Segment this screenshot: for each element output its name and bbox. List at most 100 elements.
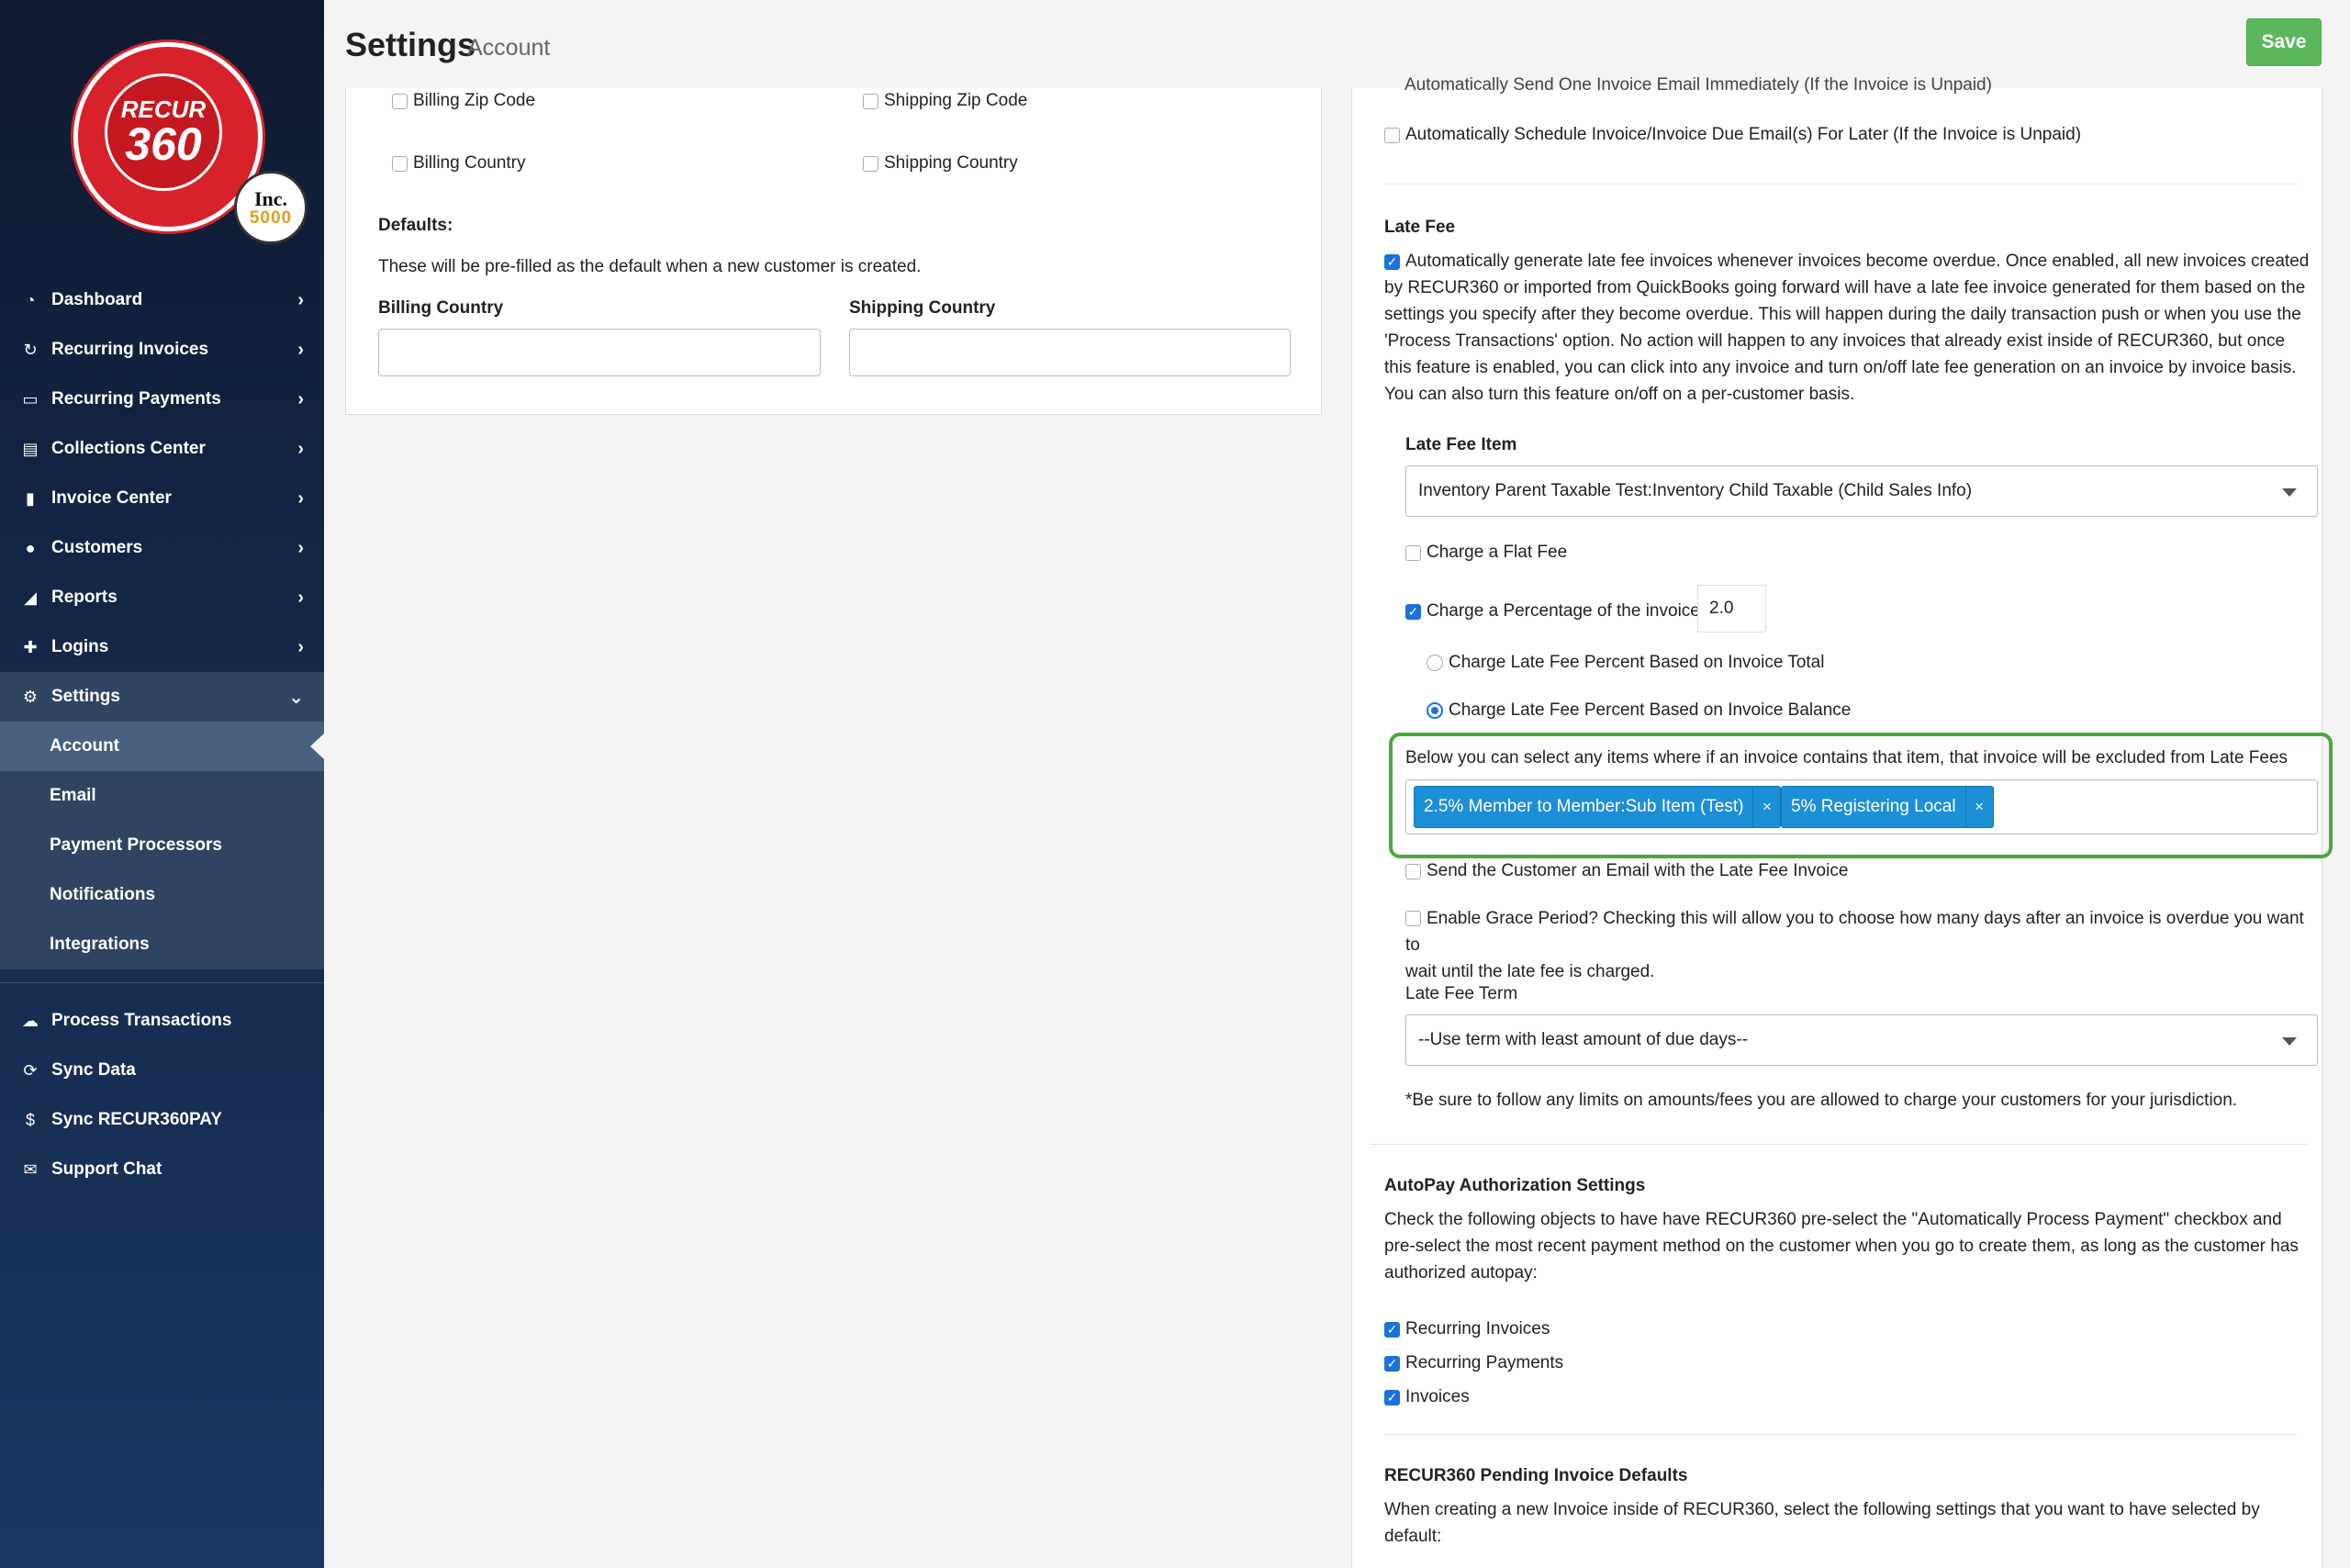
sidebar-item-customers[interactable]: ● Customers ›: [0, 523, 324, 573]
sidebar-item-label: Recurring Invoices: [51, 340, 209, 359]
shipping-zip-option[interactable]: Shipping Zip Code: [863, 91, 1027, 111]
sidebar-item-label: Invoice Center: [51, 488, 172, 508]
billing-country-label: Billing Country: [378, 298, 504, 318]
file-icon: ▮: [26, 488, 35, 508]
billing-country-input[interactable]: [378, 329, 821, 376]
tag-label: 2.5% Member to Member:Sub Item (Test): [1424, 797, 1744, 816]
shipping-country-input[interactable]: [849, 329, 1291, 376]
schedule-email-checkbox[interactable]: [1384, 127, 1400, 143]
sidebar-item-support-chat[interactable]: ✉ Support Chat: [0, 1145, 324, 1194]
sidebar-item-invoice-center[interactable]: ▮ Invoice Center ›: [0, 474, 324, 523]
billing-zip-checkbox[interactable]: [392, 93, 408, 109]
autopay-heading: AutoPay Authorization Settings: [1384, 1176, 1646, 1195]
schedule-email-label: Automatically Schedule Invoice/Invoice D…: [1405, 125, 2082, 144]
sidebar-subitem-account[interactable]: Account: [0, 722, 324, 771]
percent-balance-radio[interactable]: [1427, 702, 1443, 719]
badge-5000-text: 5000: [249, 207, 293, 228]
page-title: Settings: [345, 26, 476, 63]
billing-country-checkbox[interactable]: [392, 155, 408, 172]
logo-360-text: 360: [125, 118, 202, 170]
flat-fee-checkbox[interactable]: [1405, 544, 1421, 561]
sidebar-item-reports[interactable]: ◢ Reports ›: [0, 573, 324, 622]
remove-tag-icon[interactable]: ×: [1752, 787, 1780, 827]
sidebar-item-label: Collections Center: [51, 439, 206, 458]
excluded-items-multiselect[interactable]: 2.5% Member to Member:Sub Item (Test) × …: [1405, 779, 2318, 834]
remove-tag-icon[interactable]: ×: [1964, 787, 1993, 827]
badge-inc-text: Inc.: [253, 186, 288, 210]
chat-icon: ✉: [23, 1159, 38, 1179]
sidebar-subitem-payment-processors[interactable]: Payment Processors: [0, 821, 324, 870]
late-fee-item-select[interactable]: Inventory Parent Taxable Test:Inventory …: [1405, 465, 2318, 517]
send-late-fee-email-label: Send the Customer an Email with the Late…: [1427, 861, 1849, 880]
sidebar-item-collections-center[interactable]: ▤ Collections Center ›: [0, 424, 324, 474]
sidebar-subitem-notifications[interactable]: Notifications: [0, 870, 324, 920]
billing-zip-option[interactable]: Billing Zip Code: [392, 91, 535, 111]
logo-center: RECUR 360: [105, 73, 222, 191]
autopay-desc-line: pre-select the most recent payment metho…: [1384, 1237, 2299, 1256]
credit-card-icon: ▭: [22, 389, 39, 409]
save-button[interactable]: Save: [2246, 18, 2322, 66]
inc-5000-badge: Inc. 5000: [234, 171, 308, 244]
late-fee-term-select[interactable]: --Use term with least amount of due days…: [1405, 1014, 2318, 1066]
percent-total-option[interactable]: Charge Late Fee Percent Based on Invoice…: [1427, 653, 1824, 673]
chevron-right-icon: ›: [297, 587, 304, 608]
excluded-item-tag: 5% Registering Local ×: [1781, 786, 1994, 828]
late-fee-item-label: Late Fee Item: [1405, 435, 1517, 454]
percent-total-radio[interactable]: [1427, 655, 1443, 671]
late-fee-desc-line: Automatically generate late fee invoices…: [1405, 252, 2310, 271]
shipping-country-checkbox[interactable]: [863, 155, 878, 172]
flat-fee-option[interactable]: Charge a Flat Fee: [1405, 543, 1567, 563]
dollar-icon: $: [25, 1110, 35, 1129]
sidebar-item-recurring-invoices[interactable]: ↻ Recurring Invoices ›: [0, 325, 324, 375]
late-fee-desc-line: by RECUR360 or imported from QuickBooks …: [1384, 278, 2306, 297]
sync-icon: ⟳: [23, 1060, 38, 1080]
autopay-recurring-payments-checkbox[interactable]: ✓: [1384, 1355, 1400, 1372]
percentage-input[interactable]: 2.0: [1697, 585, 1766, 633]
autopay-recurring-payments-option[interactable]: ✓ Recurring Payments: [1384, 1353, 1563, 1373]
billing-country-option[interactable]: Billing Country: [392, 153, 526, 174]
schedule-email-option[interactable]: Automatically Schedule Invoice/Invoice D…: [1384, 125, 2081, 145]
late-fee-desc-line: this feature is enabled, you can click i…: [1384, 358, 2297, 377]
sidebar-subitem-email[interactable]: Email: [0, 771, 324, 821]
refresh-icon: ↻: [23, 340, 38, 359]
autopay-recurring-invoices-checkbox[interactable]: ✓: [1384, 1321, 1400, 1338]
area-chart-icon: ◢: [24, 588, 37, 607]
sidebar-item-dashboard[interactable]: ◔ Dashboard ›: [0, 275, 324, 325]
percent-balance-option[interactable]: Charge Late Fee Percent Based on Invoice…: [1427, 700, 1851, 721]
page-header: Settings Account: [324, 0, 2350, 88]
sidebar-subitem-integrations[interactable]: Integrations: [0, 920, 324, 969]
sidebar-item-label: Recurring Payments: [51, 389, 221, 409]
sidebar-item-sync-recur360pay[interactable]: $ Sync RECUR360PAY: [0, 1095, 324, 1145]
send-late-fee-email-option[interactable]: Send the Customer an Email with the Late…: [1405, 861, 1848, 881]
chevron-right-icon: ›: [297, 438, 304, 459]
dropdown-caret-icon: [2282, 1037, 2297, 1046]
autopay-invoices-checkbox[interactable]: ✓: [1384, 1389, 1400, 1406]
excluded-items-description: Below you can select any items where if …: [1405, 748, 2288, 767]
pending-invoice-heading: RECUR360 Pending Invoice Defaults: [1384, 1466, 1688, 1485]
shipping-country-option[interactable]: Shipping Country: [863, 153, 1018, 174]
chevron-right-icon: ›: [297, 339, 304, 360]
autopay-recurring-invoices-option[interactable]: ✓ Recurring Invoices: [1384, 1319, 1550, 1339]
sidebar-item-sync-data[interactable]: ⟳ Sync Data: [0, 1046, 324, 1095]
chevron-right-icon: ›: [297, 388, 304, 409]
chevron-right-icon: ›: [297, 636, 304, 657]
users-icon: ●: [25, 538, 36, 557]
autopay-recurring-payments-label: Recurring Payments: [1405, 1353, 1564, 1372]
shipping-zip-checkbox[interactable]: [863, 93, 878, 109]
sidebar-item-label: Customers: [51, 538, 143, 557]
autopay-invoices-option[interactable]: ✓ Invoices: [1384, 1387, 1470, 1407]
sidebar-item-recurring-payments[interactable]: ▭ Recurring Payments ›: [0, 375, 324, 424]
dashboard-icon: ◔: [25, 290, 36, 309]
percentage-fee-option[interactable]: ✓ Charge a Percentage of the invoice: [1405, 601, 1700, 622]
late-fee-term-label: Late Fee Term: [1405, 984, 1518, 1003]
settings-submenu: Account Email Payment Processors Notific…: [0, 722, 324, 969]
percentage-fee-checkbox[interactable]: ✓: [1405, 603, 1421, 620]
sidebar-item-logins[interactable]: ✚ Logins ›: [0, 622, 324, 672]
section-divider: [1370, 1144, 2308, 1145]
sidebar-item-process-transactions[interactable]: ☁ Process Transactions: [0, 996, 324, 1046]
pending-desc-line: default:: [1384, 1527, 1442, 1546]
page-subtitle: Account: [467, 35, 551, 61]
recur360-logo[interactable]: RECUR 360 Inc. 5000: [73, 42, 308, 244]
sidebar-item-settings[interactable]: ⚙ Settings ⌄: [0, 672, 324, 722]
send-late-fee-email-checkbox[interactable]: [1405, 863, 1421, 879]
